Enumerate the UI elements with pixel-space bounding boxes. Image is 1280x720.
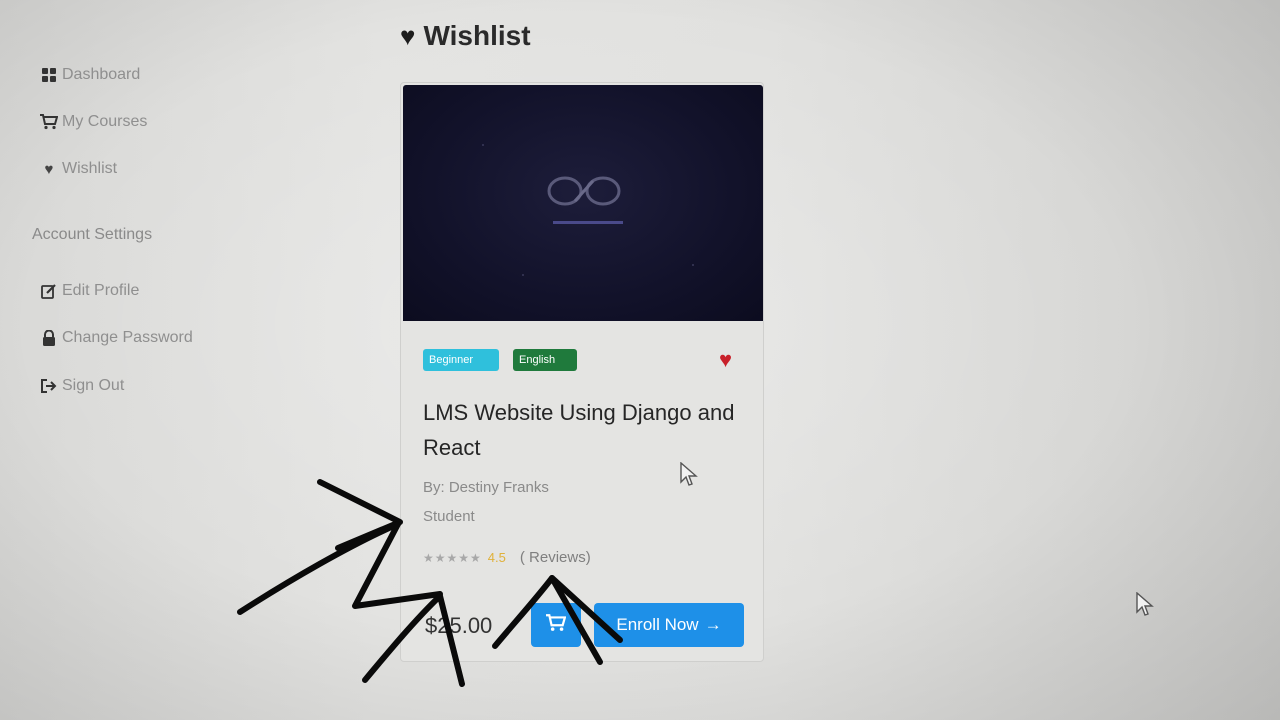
heart-icon: ♥ [400, 20, 416, 51]
course-title[interactable]: LMS Website Using Django and React [423, 395, 743, 465]
add-to-cart-button[interactable] [531, 603, 581, 647]
level-badge: Beginner [423, 349, 499, 371]
course-thumbnail[interactable] [403, 85, 763, 321]
language-badge: English [513, 349, 577, 371]
sidebar-item-label: Change Password [62, 329, 193, 346]
course-card: Beginner English ♥ LMS Website Using Dja… [400, 82, 764, 662]
cart-icon [40, 113, 58, 131]
reviews-count: ( Reviews) [519, 549, 591, 566]
sidebar-item-label: My Courses [62, 113, 148, 130]
arrow-right-icon: → [704, 615, 722, 634]
grid-icon [40, 66, 58, 84]
mouse-cursor-icon [1136, 592, 1154, 616]
sidebar-item-change-password[interactable]: Change Password [40, 329, 193, 347]
sign-out-icon [40, 377, 58, 395]
enroll-now-label: Enroll Now [616, 615, 699, 634]
sidebar-item-edit-profile[interactable]: Edit Profile [40, 282, 139, 300]
sidebar-item-label: Edit Profile [62, 282, 140, 299]
heart-icon: ♥ [44, 160, 54, 178]
sidebar-item-wishlist[interactable]: ♥ Wishlist [40, 160, 118, 178]
course-price: $25.00 [425, 613, 493, 638]
mouse-cursor-icon [680, 462, 698, 486]
edit-icon [40, 282, 58, 300]
sidebar-item-label: Dashboard [62, 66, 141, 83]
enroll-now-button[interactable]: Enroll Now → [594, 603, 744, 647]
sidebar-item-dashboard[interactable]: Dashboard [40, 66, 140, 84]
lock-icon [40, 329, 58, 347]
author-role: Student [423, 508, 475, 525]
star-rating-icons: ★★★★★ [423, 550, 482, 565]
wishlist-heart-icon[interactable]: ♥ [719, 347, 732, 373]
sidebar-item-label: Sign Out [62, 377, 125, 394]
page-title: ♥ Wishlist [400, 20, 531, 52]
rating-row: ★★★★★ 4.5 ( Reviews) [423, 549, 591, 566]
sidebar-item-my-courses[interactable]: My Courses [40, 113, 147, 131]
thumbnail-logo [482, 144, 694, 276]
page-title-text: Wishlist [423, 20, 531, 51]
rating-value: 4.5 [487, 550, 506, 565]
sidebar-item-sign-out[interactable]: Sign Out [40, 377, 124, 395]
account-settings-heading: Account Settings [32, 226, 153, 243]
sidebar-item-label: Wishlist [62, 160, 118, 177]
cart-icon [546, 613, 567, 637]
course-author: By: Destiny Franks [423, 479, 549, 496]
